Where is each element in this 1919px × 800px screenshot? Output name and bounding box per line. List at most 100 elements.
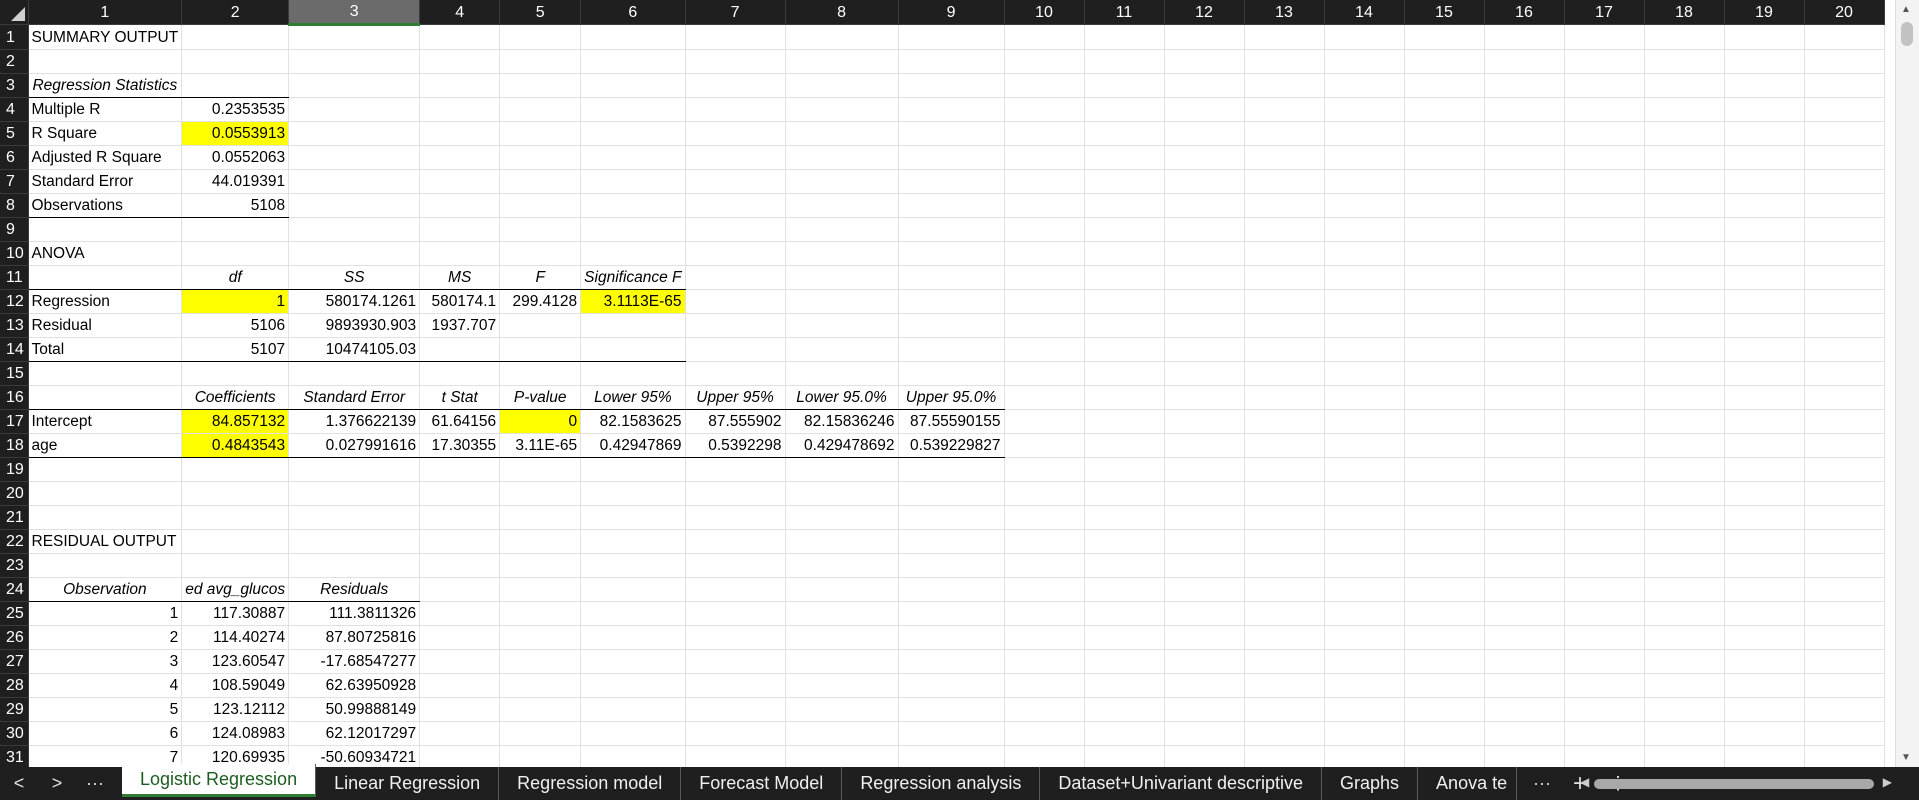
cell[interactable] [1644,625,1725,650]
row-header[interactable]: 26 [0,625,29,650]
cell[interactable] [1324,193,1405,218]
cell[interactable] [1404,24,1485,50]
cell[interactable]: F [499,265,582,290]
cell[interactable]: Residuals [288,577,421,602]
cell[interactable] [1644,73,1725,98]
cell[interactable] [580,169,686,194]
cell[interactable] [499,217,582,242]
cell[interactable] [785,745,899,767]
cell[interactable] [1084,265,1165,290]
cell[interactable] [580,121,686,146]
cell[interactable]: Residual [28,313,183,338]
row-header[interactable]: 25 [0,601,29,626]
row-header[interactable]: 15 [0,361,29,386]
cell[interactable] [499,24,582,50]
cell[interactable] [1484,121,1565,146]
cell[interactable]: 50.99888149 [288,697,421,722]
cell[interactable] [419,73,501,98]
cell[interactable] [1484,313,1565,338]
cell[interactable] [1324,409,1405,434]
row-header[interactable]: 11 [0,265,29,290]
cell[interactable] [1484,193,1565,218]
cell[interactable] [1564,721,1645,746]
cell[interactable] [1004,649,1085,674]
cell[interactable] [785,193,899,218]
cell[interactable] [1164,649,1245,674]
cell[interactable] [898,481,1005,506]
cell[interactable] [580,97,686,122]
row-header[interactable]: 13 [0,313,29,338]
cell[interactable] [419,673,501,698]
sheet-tab[interactable]: Logistic Regression [122,764,317,797]
cell[interactable] [1004,745,1085,767]
cell[interactable] [181,49,290,74]
column-header-3[interactable]: 3 [288,0,421,26]
cell[interactable]: SUMMARY OUTPUT [28,24,183,50]
cell[interactable] [1484,49,1565,74]
cell[interactable] [1324,577,1405,602]
cell[interactable] [1644,97,1725,122]
cell[interactable] [685,481,786,506]
cell[interactable] [1004,241,1085,266]
row-header[interactable]: 21 [0,505,29,530]
cell[interactable] [1244,553,1325,578]
cell[interactable] [28,553,183,578]
cell[interactable]: SS [288,265,421,290]
sheet-tab[interactable]: Anova te [1418,767,1518,800]
cell[interactable] [288,361,421,386]
cell[interactable] [580,361,686,386]
cell[interactable]: Adjusted R Square [28,145,183,170]
cell[interactable]: RESIDUAL OUTPUT [28,529,183,554]
cell[interactable] [1324,217,1405,242]
column-header-15[interactable]: 15 [1404,0,1485,25]
cell[interactable]: 1937.707 [419,313,501,338]
cell[interactable] [685,649,786,674]
cell[interactable] [181,457,290,482]
cell[interactable] [1404,73,1485,98]
cell[interactable] [685,97,786,122]
cell[interactable] [1564,289,1645,314]
cell[interactable] [1484,73,1565,98]
cell[interactable] [785,697,899,722]
cell[interactable] [1804,217,1885,242]
cell[interactable] [685,145,786,170]
cell[interactable] [1644,49,1725,74]
cell[interactable] [1404,145,1485,170]
cell[interactable]: -17.68547277 [288,649,421,674]
cell[interactable] [499,361,582,386]
cell[interactable] [1084,673,1165,698]
cell[interactable] [1644,505,1725,530]
cell[interactable] [1724,217,1805,242]
cell[interactable] [1404,481,1485,506]
cell[interactable] [288,505,421,530]
row-header[interactable]: 19 [0,457,29,482]
worksheet-grid[interactable]: 1 2 3 4 5 6 7 8 9 10 11 12 13 14 15 16 17 18 19 20 1 SUMMARY… [0,0,1896,767]
cell[interactable]: 0.429478692 [785,433,899,458]
cell[interactable] [1724,49,1805,74]
cell[interactable] [1084,121,1165,146]
cell[interactable] [898,745,1005,767]
cell[interactable] [1564,601,1645,626]
cell[interactable] [1564,649,1645,674]
cell[interactable] [1004,217,1085,242]
cell[interactable] [28,361,183,386]
cell[interactable] [580,505,686,530]
cell[interactable] [419,697,501,722]
cell[interactable] [288,217,421,242]
cell[interactable] [1244,361,1325,386]
cell[interactable] [785,313,899,338]
cell[interactable]: 5106 [181,313,290,338]
cell[interactable] [1244,193,1325,218]
row-header[interactable]: 10 [0,241,29,266]
cell[interactable] [1564,577,1645,602]
cell[interactable] [1324,673,1405,698]
cell[interactable]: 62.12017297 [288,721,421,746]
cell[interactable] [1404,433,1485,458]
cell[interactable] [785,577,899,602]
cell[interactable] [1644,361,1725,386]
cell[interactable] [1324,745,1405,767]
cell[interactable] [28,265,183,290]
cell[interactable]: 0.539229827 [898,433,1005,458]
cell[interactable] [1404,721,1485,746]
cell[interactable] [898,193,1005,218]
